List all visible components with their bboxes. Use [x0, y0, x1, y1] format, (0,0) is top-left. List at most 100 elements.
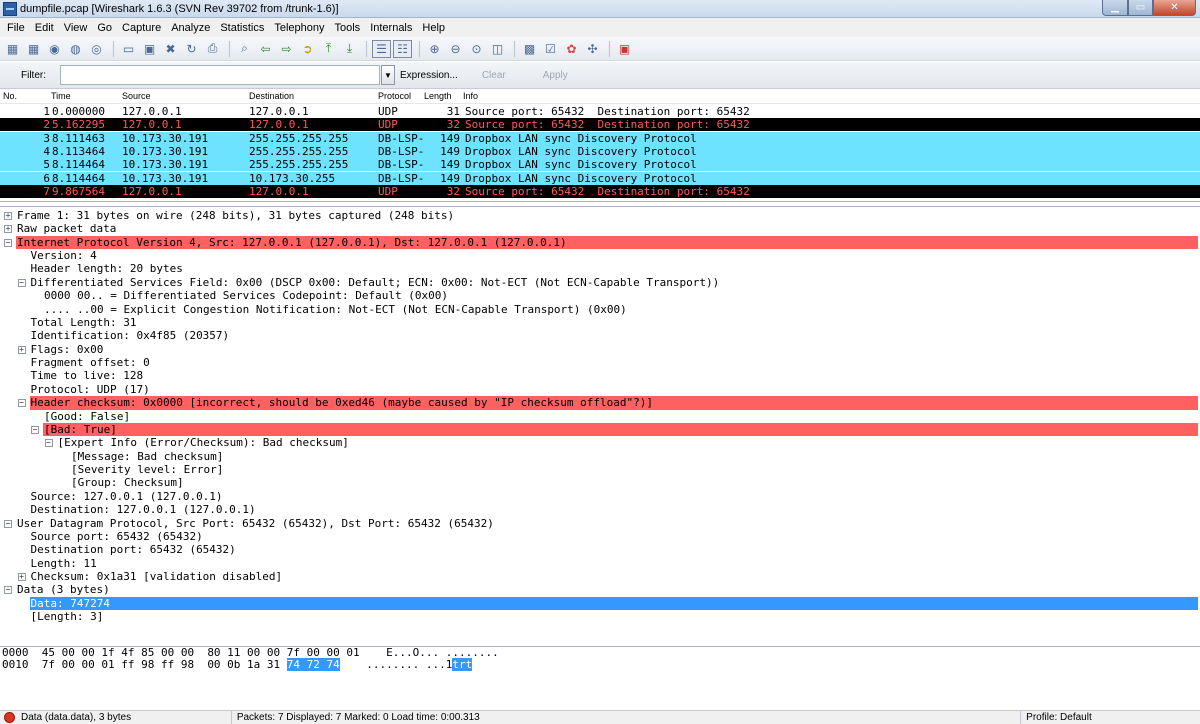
column-source[interactable]: Source	[122, 91, 151, 101]
detail-tree-item[interactable]: + Frame 1: 31 bytes on wire (248 bits), 3…	[0, 209, 1198, 222]
collapse-icon[interactable]: −	[17, 278, 26, 287]
detail-tree-item[interactable]: Length: 11	[0, 557, 1198, 570]
go-forward-icon[interactable]: ⇨	[277, 40, 296, 58]
detail-tree-item[interactable]: [Group: Checksum]	[0, 476, 1198, 489]
maximize-button[interactable]: ▭	[1128, 0, 1153, 16]
go-to-packet-icon[interactable]: ➲	[298, 40, 317, 58]
capture-filters-icon[interactable]: ▩	[520, 40, 539, 58]
collapse-icon[interactable]: −	[4, 519, 12, 528]
detail-tree-item[interactable]: Protocol: UDP (17)	[0, 383, 1198, 396]
menu-help[interactable]: Help	[417, 22, 450, 34]
detail-tree-item[interactable]: Destination: 127.0.0.1 (127.0.0.1)	[0, 503, 1198, 516]
column-protocol[interactable]: Protocol	[378, 91, 411, 101]
detail-tree-item[interactable]: + Flags: 0x00	[0, 343, 1198, 356]
go-last-icon[interactable]: ⤓	[340, 40, 359, 58]
start-capture-icon[interactable]: ◉	[45, 40, 64, 58]
save-file-icon[interactable]: ▣	[140, 40, 159, 58]
collapse-icon[interactable]: −	[44, 439, 53, 448]
detail-tree-item[interactable]: Destination port: 65432 (65432)	[0, 543, 1198, 556]
menu-telephony[interactable]: Telephony	[269, 22, 329, 34]
packet-row[interactable]: 4 8.113464 10.173.30.191 255.255.255.255 DB-…	[0, 144, 1200, 158]
preferences-icon[interactable]: ✣	[583, 40, 602, 58]
filter-dropdown-icon[interactable]: ▼	[381, 65, 395, 85]
display-filters-icon[interactable]: ☑	[541, 40, 560, 58]
help-icon[interactable]: ▣	[615, 40, 634, 58]
close-button[interactable]: ✕	[1153, 0, 1196, 16]
detail-tree-item[interactable]: [Length: 3]	[0, 610, 1198, 623]
detail-tree-item[interactable]: [Message: Bad checksum]	[0, 450, 1198, 463]
menu-internals[interactable]: Internals	[365, 22, 417, 34]
apply-button[interactable]: Apply	[543, 70, 568, 81]
restart-capture-icon[interactable]: ◎	[87, 40, 106, 58]
detail-tree-item[interactable]: − Internet Protocol Version 4, Src: 127.0…	[4, 235, 1198, 250]
column-no[interactable]: No.	[3, 91, 17, 101]
detail-tree-item[interactable]: − [Bad: True]	[31, 422, 1198, 437]
detail-tree-item[interactable]: + Raw packet data	[0, 222, 1198, 235]
collapse-icon[interactable]: −	[17, 399, 26, 408]
detail-tree-item[interactable]: − Header checksum: 0x0000 [incorrect, sho…	[17, 396, 1198, 410]
detail-tree-item[interactable]: Source: 127.0.0.1 (127.0.0.1)	[0, 490, 1198, 503]
detail-tree-item[interactable]: [Good: False]	[0, 410, 1198, 423]
detail-tree-item[interactable]: Fragment offset: 0	[0, 356, 1198, 369]
detail-tree-item[interactable]: Source port: 65432 (65432)	[0, 530, 1198, 543]
expression-button[interactable]: Expression...	[400, 70, 458, 81]
minimize-button[interactable]: ▁	[1102, 0, 1128, 16]
go-first-icon[interactable]: ⤒	[319, 40, 338, 58]
resize-columns-icon[interactable]: ◫	[488, 40, 507, 58]
column-destination[interactable]: Destination	[249, 91, 294, 101]
print-icon[interactable]: ⎙	[203, 40, 222, 58]
expand-icon[interactable]: +	[4, 212, 12, 220]
collapse-icon[interactable]: −	[4, 586, 12, 595]
reload-icon[interactable]: ↻	[182, 40, 201, 58]
open-file-icon[interactable]: ▭	[119, 40, 138, 58]
colorize-icon[interactable]: ☰	[372, 39, 391, 58]
packet-row[interactable]: 7 9.867564 127.0.0.1 127.0.0.1 UDP 32 Source p…	[0, 184, 1200, 198]
filter-input[interactable]	[60, 65, 380, 85]
column-time[interactable]: Time	[51, 91, 71, 101]
detail-tree-item[interactable]: − [Expert Info (Error/Checksum): Bad chec…	[0, 436, 1198, 449]
packet-row[interactable]: 6 8.114464 10.173.30.191 10.173.30.255 DB-LS…	[0, 171, 1200, 185]
packet-row[interactable]: 3 8.111463 10.173.30.191 255.255.255.255 DB-…	[0, 131, 1200, 145]
auto-scroll-icon[interactable]: ☷	[393, 39, 412, 58]
detail-tree-item[interactable]: Time to live: 128	[0, 369, 1198, 382]
packet-list-pane[interactable]: No. Time Source Destination Protocol Len…	[0, 90, 1200, 202]
detail-tree-item[interactable]: Total Length: 31	[0, 316, 1198, 329]
detail-tree-item[interactable]: Data: 747274	[29, 596, 1198, 611]
coloring-rules-icon[interactable]: ✿	[562, 40, 581, 58]
detail-tree-item[interactable]: − Differentiated Services Field: 0x00 (DS…	[0, 276, 1198, 289]
collapse-icon[interactable]: −	[4, 238, 12, 247]
detail-tree-item[interactable]: − User Datagram Protocol, Src Port: 65432…	[0, 517, 1198, 530]
detail-tree-item[interactable]: 0000 00.. = Differentiated Services Code…	[0, 289, 1198, 302]
menu-statistics[interactable]: Statistics	[215, 22, 269, 34]
status-profile[interactable]: Profile: Default	[1020, 710, 1200, 724]
column-info[interactable]: Info	[463, 91, 478, 101]
detail-tree-item[interactable]: − Data (3 bytes)	[0, 583, 1198, 596]
interfaces-icon[interactable]: ▦	[3, 40, 22, 58]
zoom-in-icon[interactable]: ⊕	[425, 40, 444, 58]
expand-icon[interactable]: +	[17, 572, 26, 581]
clear-button[interactable]: Clear	[482, 70, 506, 81]
detail-tree-item[interactable]: Identification: 0x4f85 (20357)	[0, 329, 1198, 342]
menu-tools[interactable]: Tools	[330, 22, 366, 34]
menu-analyze[interactable]: Analyze	[166, 22, 215, 34]
menu-go[interactable]: Go	[92, 22, 117, 34]
packet-details-pane[interactable]: + Frame 1: 31 bytes on wire (248 bits), 3…	[0, 206, 1200, 642]
expand-icon[interactable]: +	[17, 345, 26, 354]
packet-row[interactable]: 5 8.114464 10.173.30.191 255.255.255.255 DB-…	[0, 158, 1200, 172]
menu-file[interactable]: File	[2, 22, 30, 34]
menu-view[interactable]: View	[59, 22, 93, 34]
column-length[interactable]: Length	[424, 91, 452, 101]
find-packet-icon[interactable]: ⌕	[235, 40, 254, 58]
collapse-icon[interactable]: −	[31, 425, 39, 434]
packet-row[interactable]: 1 0.000000 127.0.0.1 127.0.0.1 UDP 31 Source p…	[0, 105, 1200, 118]
zoom-out-icon[interactable]: ⊖	[446, 40, 465, 58]
packet-bytes-pane[interactable]: 0000 45 00 00 1f 4f 85 00 00 80 11 00 00…	[0, 646, 1200, 704]
zoom-normal-icon[interactable]: ⊙	[467, 40, 486, 58]
packet-row[interactable]: 2 5.162295 127.0.0.1 127.0.0.1 UDP 32 Source p…	[0, 118, 1200, 132]
menu-edit[interactable]: Edit	[30, 22, 59, 34]
menu-capture[interactable]: Capture	[117, 22, 166, 34]
expert-info-led-icon[interactable]	[4, 712, 15, 723]
stop-capture-icon[interactable]: ◍	[66, 40, 85, 58]
detail-tree-item[interactable]: Header length: 20 bytes	[0, 262, 1198, 275]
expand-icon[interactable]: +	[4, 225, 12, 234]
